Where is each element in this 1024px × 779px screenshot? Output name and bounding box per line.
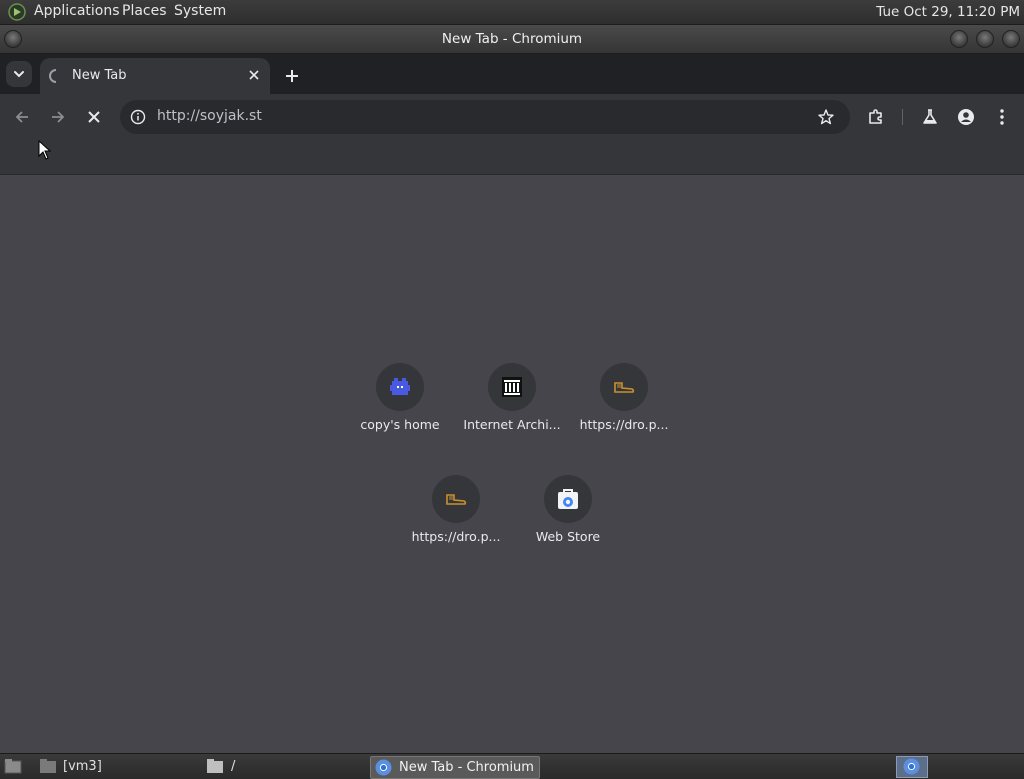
profile-avatar-icon[interactable] bbox=[956, 107, 976, 127]
kebab-menu-icon[interactable] bbox=[992, 107, 1012, 127]
forward-arrow-icon[interactable] bbox=[48, 107, 68, 127]
shortcut-tile-web-store[interactable]: Web Store bbox=[512, 463, 624, 563]
shortcut-tile-dro-1[interactable]: https://dro.p... bbox=[568, 351, 680, 451]
shortcut-tile-dro-2[interactable]: https://dro.p... bbox=[400, 463, 512, 563]
tab-strip: New Tab bbox=[0, 54, 1024, 94]
taskbar-item-vm3[interactable]: [vm3] bbox=[36, 756, 200, 777]
star-bookmark-icon[interactable] bbox=[817, 108, 835, 126]
distro-logo-icon[interactable] bbox=[8, 3, 26, 21]
shortcut-label: Web Store bbox=[535, 529, 601, 544]
system-menu[interactable]: System bbox=[174, 3, 226, 19]
new-tab-page: copy's home Internet Archi... https://dr… bbox=[0, 175, 1024, 753]
toolbar-separator bbox=[902, 109, 903, 125]
loading-spinner-icon bbox=[49, 69, 57, 83]
taskbar-item-label: New Tab - Chromium bbox=[399, 760, 534, 775]
workspace-switcher[interactable] bbox=[896, 756, 928, 778]
minimize-button[interactable] bbox=[950, 30, 968, 48]
shortcut-icon-circle bbox=[432, 475, 480, 523]
labs-flask-icon[interactable] bbox=[920, 107, 940, 127]
shortcut-icon-circle bbox=[488, 363, 536, 411]
chevron-down-icon bbox=[14, 71, 24, 78]
boot-icon bbox=[446, 494, 467, 505]
shortcut-icon-circle bbox=[600, 363, 648, 411]
stop-loading-icon[interactable] bbox=[84, 107, 104, 127]
applications-menu[interactable]: Applications bbox=[34, 3, 120, 19]
archive-building-icon bbox=[502, 377, 522, 397]
taskbar-item-label: [vm3] bbox=[63, 759, 102, 774]
blue-ghost-icon bbox=[390, 378, 410, 395]
tab-new-tab[interactable]: New Tab bbox=[40, 58, 270, 94]
places-menu[interactable]: Places bbox=[122, 3, 167, 19]
new-tab-plus-icon[interactable] bbox=[282, 66, 302, 86]
close-icon[interactable] bbox=[246, 67, 262, 83]
boot-icon bbox=[614, 382, 635, 393]
extensions-puzzle-icon[interactable] bbox=[866, 107, 886, 127]
shortcut-icon-circle bbox=[376, 363, 424, 411]
show-desktop-icon[interactable] bbox=[4, 758, 22, 774]
url-text[interactable]: http://soyjak.st bbox=[157, 108, 262, 124]
address-bar[interactable]: http://soyjak.st bbox=[120, 100, 850, 134]
maximize-button[interactable] bbox=[976, 30, 994, 48]
shortcut-label: Internet Archi... bbox=[463, 417, 561, 432]
taskbar-item-root[interactable]: / bbox=[204, 756, 368, 777]
taskbar-item-chromium[interactable]: New Tab - Chromium bbox=[370, 756, 540, 779]
window-title: New Tab - Chromium bbox=[441, 31, 583, 47]
shortcut-label: https://dro.p... bbox=[411, 529, 501, 544]
browser-toolbar: http://soyjak.st bbox=[0, 94, 1024, 140]
bookmarks-bar bbox=[0, 140, 1024, 175]
taskbar-item-label: / bbox=[231, 759, 236, 774]
web-store-icon bbox=[558, 489, 578, 509]
shortcut-tile-copys-home[interactable]: copy's home bbox=[344, 351, 456, 451]
chromium-icon bbox=[375, 759, 392, 776]
shortcut-icon-circle bbox=[544, 475, 592, 523]
shortcut-tile-internet-archive[interactable]: Internet Archi... bbox=[456, 351, 568, 451]
chromium-icon bbox=[903, 758, 920, 775]
shortcut-label: https://dro.p... bbox=[579, 417, 669, 432]
mouse-cursor-icon bbox=[38, 140, 52, 160]
tab-search-button[interactable] bbox=[6, 61, 32, 87]
top-system-panel: Applications Places System Tue Oct 29, 1… bbox=[0, 0, 1024, 25]
back-arrow-icon[interactable] bbox=[12, 107, 32, 127]
bottom-taskbar: [vm3] / New Tab - Chromium bbox=[0, 753, 1024, 779]
window-titlebar[interactable]: New Tab - Chromium bbox=[0, 25, 1024, 54]
shortcut-label: copy's home bbox=[360, 417, 440, 432]
site-info-icon[interactable] bbox=[130, 109, 146, 125]
panel-clock[interactable]: Tue Oct 29, 11:20 PM bbox=[876, 4, 1020, 20]
tab-title: New Tab bbox=[72, 68, 127, 83]
folder-icon bbox=[40, 759, 56, 773]
folder-icon bbox=[207, 759, 223, 773]
close-window-button[interactable] bbox=[1002, 30, 1020, 48]
